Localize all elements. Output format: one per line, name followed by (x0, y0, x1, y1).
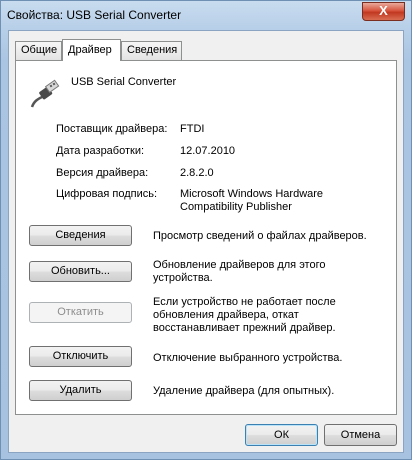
close-button[interactable]: X (362, 2, 405, 21)
info-label: Цифровая подпись: (56, 188, 158, 200)
info-value: FTDI (180, 123, 205, 135)
update-driver-description: Обновление драйверов для этого устройств… (153, 259, 326, 284)
info-value: 2.8.2.0 (180, 167, 214, 179)
close-icon: X (379, 3, 388, 18)
info-value: 12.07.2010 (180, 145, 236, 157)
info-label: Дата разработки: (56, 145, 145, 157)
properties-window: Свойства: USB Serial Converter X Общие Д… (0, 0, 412, 460)
title-bar[interactable]: Свойства: USB Serial Converter X (1, 1, 411, 29)
info-label: Версия драйвера: (56, 167, 149, 179)
tab-driver[interactable]: Драйвер (62, 39, 121, 61)
tab-label: Сведения (127, 44, 178, 56)
disable-device-description: Отключение выбранного устройства. (153, 352, 343, 364)
info-value: Microsoft Windows Hardware Compatibility… (180, 188, 324, 213)
disable-device-button[interactable]: Отключить (29, 346, 132, 367)
ok-button[interactable]: ОК (245, 424, 318, 446)
uninstall-driver-button[interactable]: Удалить (29, 380, 132, 401)
uninstall-driver-description: Удаление драйвера (для опытных). (153, 385, 335, 397)
update-driver-button[interactable]: Обновить... (29, 261, 132, 282)
tab-label: Драйвер (68, 44, 112, 56)
driver-details-button[interactable]: Сведения (29, 225, 132, 246)
cancel-button[interactable]: Отмена (324, 424, 397, 446)
tab-details[interactable]: Сведения (121, 41, 182, 60)
dialog-client-area: Общие Драйвер Сведения USB Serial Conver… (8, 30, 404, 453)
device-name: USB Serial Converter (71, 76, 177, 88)
info-label: Поставщик драйвера: (56, 123, 168, 135)
tab-label: Общие (21, 44, 58, 56)
window-title: Свойства: USB Serial Converter (7, 8, 182, 22)
rollback-driver-button[interactable]: Откатить (29, 302, 132, 323)
usb-plug-icon (30, 79, 60, 108)
driver-tab-panel: USB Serial Converter Поставщик драйвера:… (15, 60, 397, 415)
driver-details-description: Просмотр сведений о файлах драйверов. (153, 230, 367, 242)
rollback-driver-description: Если устройство не работает после обновл… (153, 296, 336, 334)
tab-general[interactable]: Общие (15, 41, 62, 60)
